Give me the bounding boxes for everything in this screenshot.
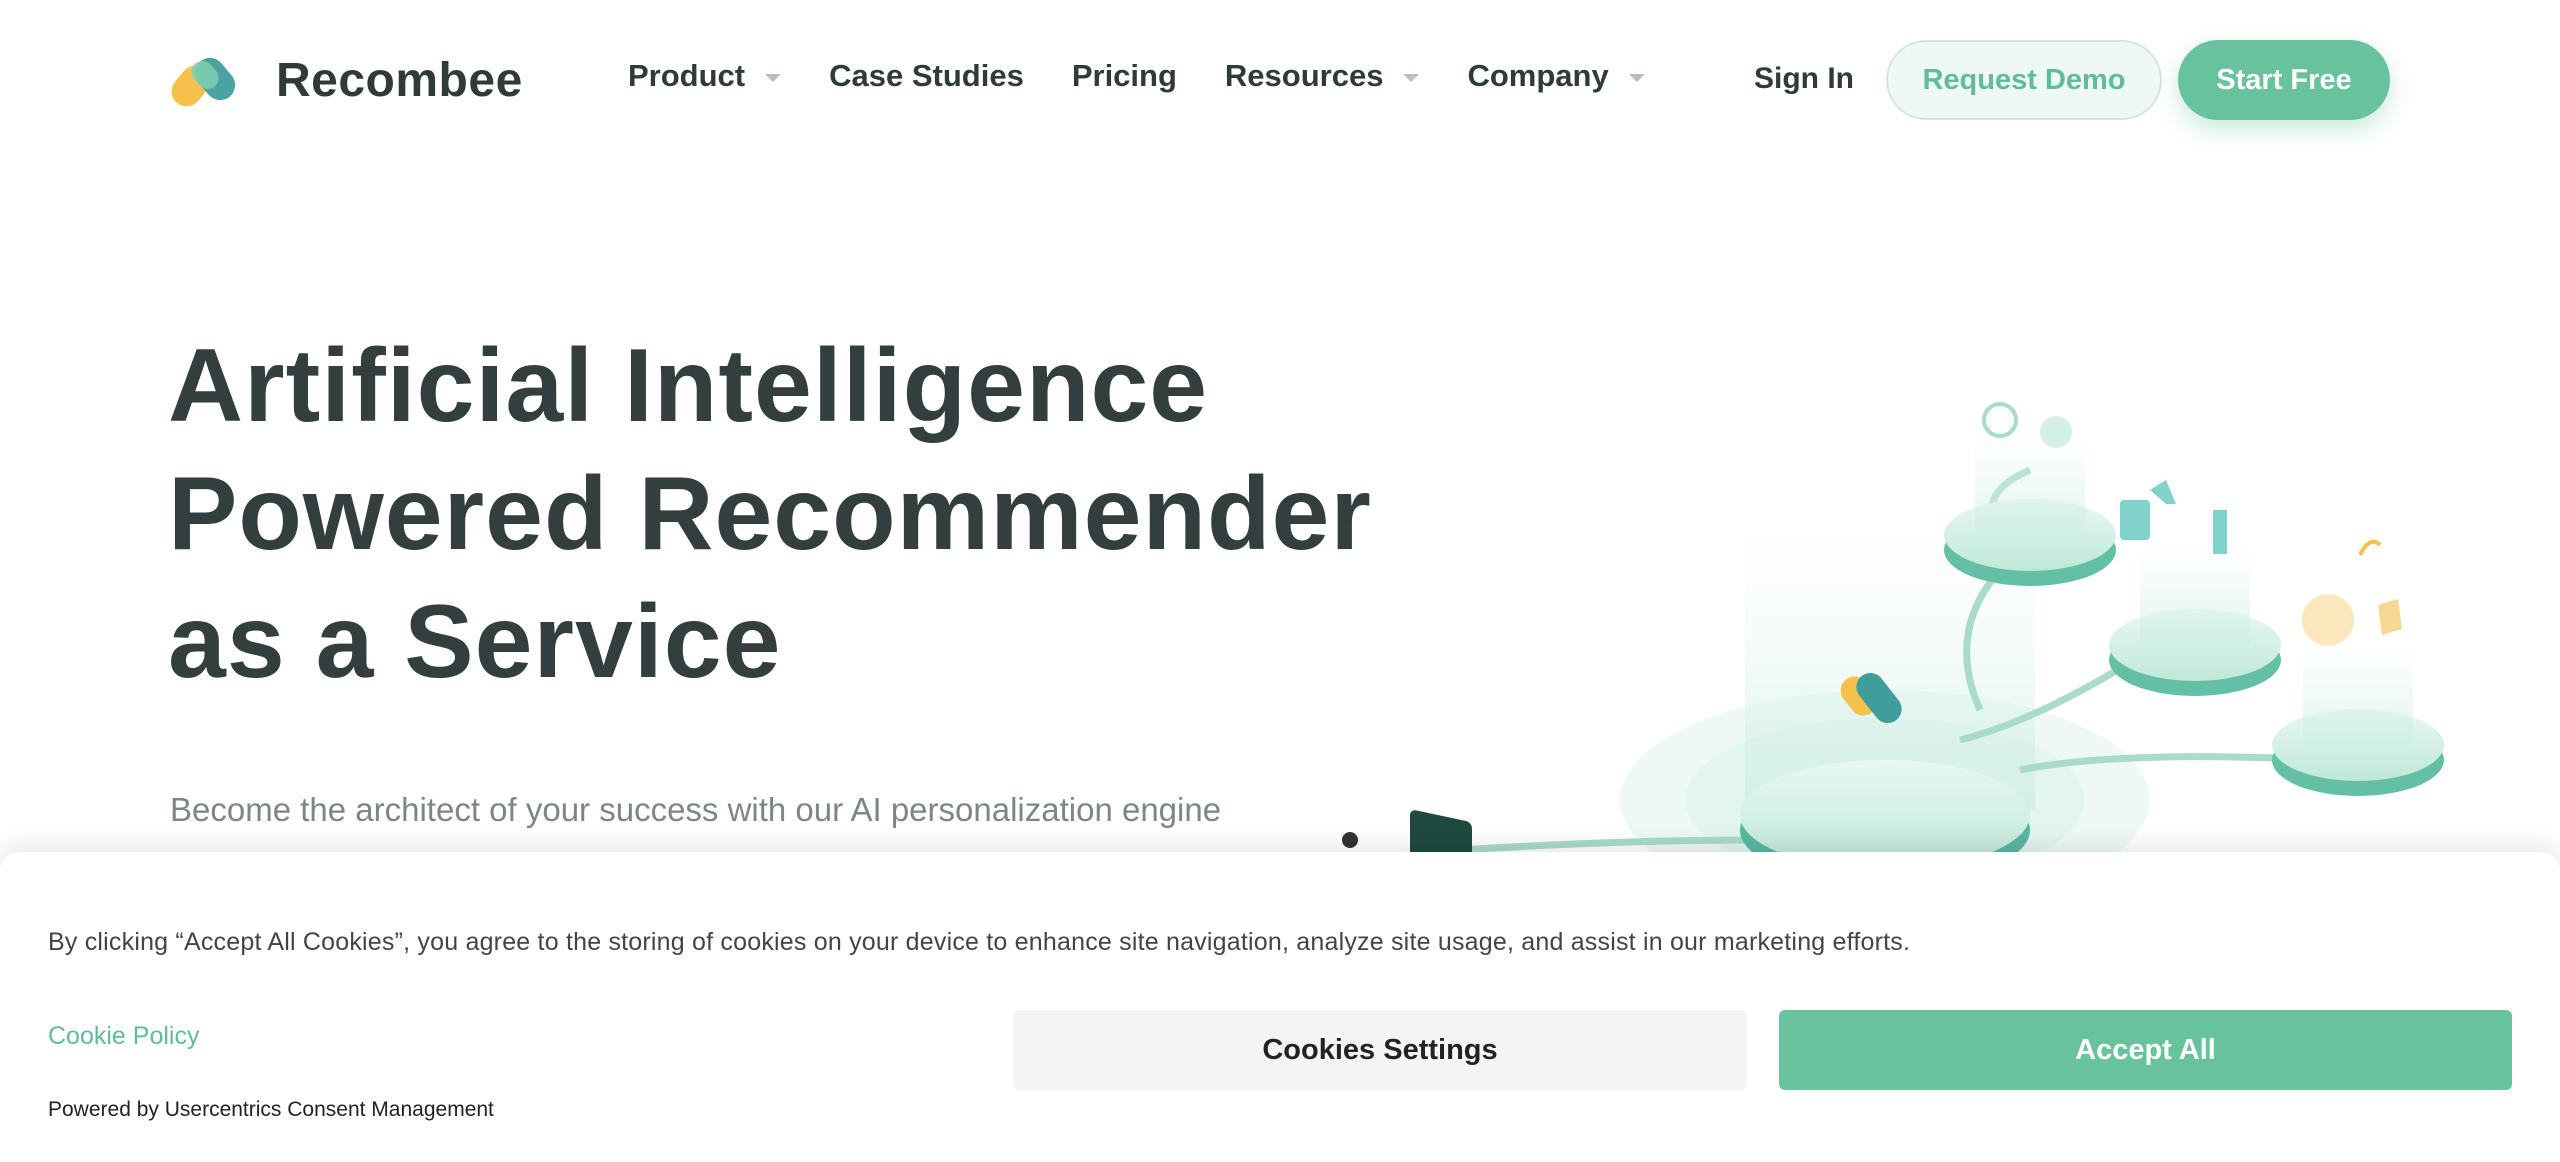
nav-label: Case Studies [829,58,1024,93]
nav-product[interactable]: Product [628,58,782,94]
cookie-banner: By clicking “Accept All Cookies”, you ag… [0,852,2560,1162]
hero-title-line: as a Service [168,584,782,700]
nav-pricing[interactable]: Pricing [1072,58,1177,94]
nav-company[interactable]: Company [1467,58,1645,94]
isometric-platforms-illustration [1342,145,2444,910]
hero-title-line: Artificial Intelligence [168,328,1209,444]
nav-label: Resources [1224,58,1384,93]
nav-label: Product [628,58,746,93]
hero-illustration [1320,145,2480,910]
cookie-policy-link[interactable]: Cookie Policy [48,1022,199,1051]
site-header: Recombee Product Case Studies Pricing Re… [0,0,2560,160]
sign-in-link[interactable]: Sign In [1754,62,1854,96]
chevron-down-icon [1628,73,1645,82]
chevron-down-icon [765,73,782,82]
nav-case-studies[interactable]: Case Studies [829,58,1024,94]
request-demo-button[interactable]: Request Demo [1886,40,2162,120]
hero-subtitle: Become the architect of your success wit… [170,791,1222,828]
recombee-logo-icon [170,50,250,110]
logo[interactable]: Recombee [170,50,523,110]
nav-label: Company [1467,58,1609,93]
powered-by-text: Powered by Usercentrics Consent Manageme… [48,1098,494,1121]
cookie-consent-text: By clicking “Accept All Cookies”, you ag… [48,928,1911,956]
logo-wordmark: Recombee [276,53,523,107]
chevron-down-icon [1403,73,1420,82]
accept-all-button[interactable]: Accept All [1779,1010,2512,1090]
nav-label: Pricing [1071,58,1177,93]
hero-title-line: Powered Recommender [168,456,1372,572]
start-free-button[interactable]: Start Free [2178,40,2390,120]
main-nav: Product Case Studies Pricing Resources C… [628,58,1645,94]
hero-title: Artificial Intelligence Powered Recommen… [168,322,1468,706]
cookies-settings-button[interactable]: Cookies Settings [1013,1010,1747,1090]
nav-resources[interactable]: Resources [1225,58,1420,94]
